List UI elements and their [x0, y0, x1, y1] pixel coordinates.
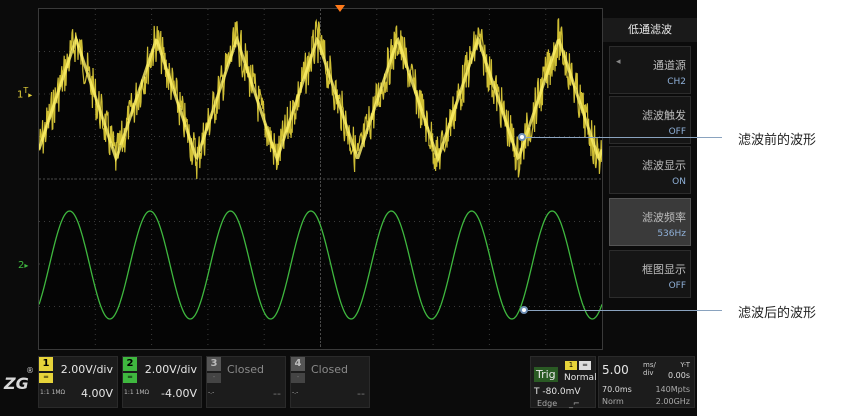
channel-1-box[interactable]: 1 ═ 2.00V/div 4.00V 1:1 1MΩ: [38, 356, 118, 408]
ch1-level-marker[interactable]: 1T▸: [17, 86, 32, 100]
menu-item-value: OFF: [668, 281, 686, 291]
trigger-box[interactable]: Trig 1 ═ Normal T -80.0mV Edge _⌐: [530, 356, 597, 408]
ch2-level-marker[interactable]: 2▸: [18, 260, 28, 271]
rising-edge-icon: ═: [579, 361, 591, 370]
timebase-box[interactable]: 5.00 ms/div Y-T 0.00s 70.0ms 140Mpts Nor…: [598, 356, 695, 408]
channel-scale: 2.00V/div: [144, 363, 197, 376]
sample-points: 140Mpts: [655, 385, 690, 394]
menu-item-value: ON: [672, 177, 686, 187]
menu-item-label: 滤波频率: [642, 211, 686, 224]
waveform-screen[interactable]: [38, 8, 603, 350]
dc-coupling-icon: ═: [123, 373, 137, 383]
dc-coupling-icon: ═: [39, 373, 53, 383]
channel-number: 4: [291, 357, 305, 371]
menu-item-block-display[interactable]: 框图显示 OFF: [609, 250, 691, 298]
acquire-mode: Norm: [602, 397, 624, 406]
chevron-left-icon: ◂: [616, 57, 621, 67]
menu-item-label: 滤波触发: [642, 109, 686, 122]
menu-item-label: 通道源: [653, 59, 686, 72]
oscilloscope-display: 1T▸ 2▸ 低通滤波 ◂ 通道源 CH2 滤波触发 OFF 滤波显示 ON 滤…: [0, 0, 697, 416]
arrow-right-icon: ▸: [24, 261, 29, 270]
channel-number: 1: [39, 357, 53, 371]
menu-item-label: 滤波显示: [642, 159, 686, 172]
annotation-before-filter: 滤波前的波形: [738, 133, 817, 148]
arrow-right-icon: ▸: [28, 90, 33, 100]
trigger-type: Edge: [537, 399, 558, 408]
trigger-source: 1: [565, 361, 577, 370]
coupling-icon: -: [291, 373, 305, 383]
record-length: 70.0ms: [602, 385, 632, 394]
trigger-position-marker-icon[interactable]: [335, 5, 345, 12]
menu-item-filter-display[interactable]: 滤波显示 ON: [609, 146, 691, 194]
timebase-position: 0.00s: [668, 371, 690, 380]
channel-impedance: -.-: [292, 389, 299, 396]
menu-item-label: 框图显示: [642, 263, 686, 276]
timebase-scale: 5.00: [602, 363, 629, 377]
timebase-unit-top: ms/: [643, 361, 656, 369]
bandwidth: 2.00GHz: [655, 397, 690, 406]
channel-3-box[interactable]: 3 - Closed -- -.-: [206, 356, 286, 408]
annotation-after-filter: 滤波后的波形: [738, 306, 817, 321]
menu-item-value: CH2: [667, 77, 686, 87]
channel-status: Closed: [227, 363, 264, 376]
registered-mark: ®: [26, 366, 34, 375]
status-bar: ZG ® 1 ═ 2.00V/div 4.00V 1:1 1MΩ 2 ═ 2.0…: [0, 352, 697, 416]
trigger-mode: Normal: [564, 373, 597, 383]
channel-scale: 2.00V/div: [60, 363, 113, 376]
menu-item-filter-frequency[interactable]: 滤波频率 536Hz: [609, 198, 691, 246]
annotation-dot-after: [520, 306, 528, 314]
channel-impedance: 1:1 1MΩ: [124, 389, 150, 396]
channel-offset: -4.00V: [161, 387, 197, 400]
menu-item-value: 536Hz: [657, 229, 686, 239]
channel-number: 2: [123, 357, 137, 371]
trigger-level: T -80.0mV: [534, 387, 581, 397]
annotation-dot-before: [518, 133, 526, 141]
menu-item-value: OFF: [668, 127, 686, 137]
timebase-unit-bottom: div: [643, 369, 654, 377]
coupling-icon: -: [207, 373, 221, 383]
channel-offset: --: [357, 387, 365, 400]
channel-status: Closed: [311, 363, 348, 376]
channel-2-box[interactable]: 2 ═ 2.00V/div -4.00V 1:1 1MΩ: [122, 356, 202, 408]
annotation-line-before: [526, 137, 722, 138]
channel-impedance: -.-: [208, 389, 215, 396]
brand-logo: ZG: [4, 374, 29, 393]
menu-title: 低通滤波: [603, 18, 697, 42]
channel-number: 3: [207, 357, 221, 371]
side-menu: 低通滤波 ◂ 通道源 CH2 滤波触发 OFF 滤波显示 ON 滤波频率 536…: [603, 18, 697, 302]
edge-slope-icon: _⌐: [569, 399, 580, 408]
channel-impedance: 1:1 1MΩ: [40, 389, 66, 396]
channel-4-box[interactable]: 4 - Closed -- -.-: [290, 356, 370, 408]
timebase-mode: Y-T: [680, 361, 690, 369]
trigger-label: Trig: [534, 367, 558, 382]
timebase-unit: ms/div: [643, 361, 656, 377]
channel-offset: --: [273, 387, 281, 400]
menu-item-channel-source[interactable]: ◂ 通道源 CH2: [609, 46, 691, 94]
channel-offset: 4.00V: [80, 387, 113, 400]
annotation-line-after: [528, 310, 722, 311]
waveform-plot: [39, 9, 602, 349]
